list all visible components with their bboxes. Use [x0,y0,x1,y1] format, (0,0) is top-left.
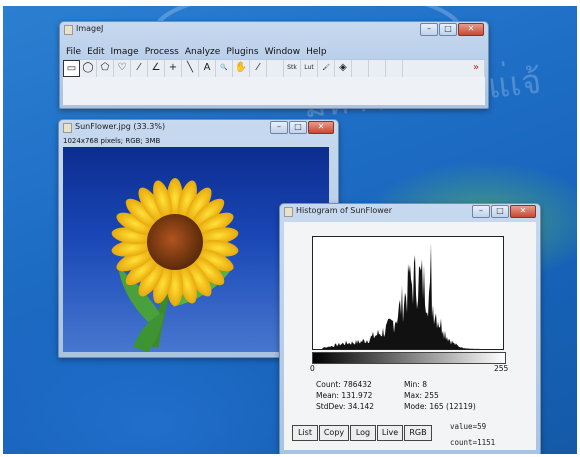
image-title-bar[interactable]: SunFlower.jpg (33.3%) – □ ✕ [59,120,338,134]
menu-file[interactable]: File [63,46,84,58]
x-max-label: 255 [494,364,509,373]
close-button[interactable]: ✕ [458,23,484,36]
intensity-gradient-bar [312,352,506,364]
menu-plugins[interactable]: Plugins [223,46,261,58]
polygon-tool-icon[interactable]: ⬠ [97,60,114,77]
image-window-icon [63,123,72,133]
histogram-plot[interactable] [312,236,504,350]
menu-bar: File Edit Image Process Analyze Plugins Window… [63,46,485,58]
desktop-background: มหาวิทยาลัยแ่เจ้ ImageJ – □ ✕ FileEditIm… [3,6,577,454]
value-readout: value=59 [450,422,487,431]
max-stat: Max: 255 [404,391,439,400]
menu-help[interactable]: Help [303,46,330,58]
imagej-title-bar[interactable]: ImageJ – □ ✕ [60,22,488,36]
min-stat: Min: 8 [404,380,427,389]
image-title: SunFlower.jpg (33.3%) [75,122,166,131]
blank-tool-icon[interactable] [369,60,386,77]
minimize-button[interactable]: – [270,121,288,134]
histogram-graphic [313,243,503,349]
angle-tool-icon[interactable]: ∠ [148,60,165,77]
point-tool-icon[interactable]: + [165,60,182,77]
text-tool-icon[interactable]: A [199,60,216,77]
imagej-title: ImageJ [76,24,104,33]
histogram-window: Histogram of SunFlower – □ ✕ 0 255 Count… [279,203,541,454]
histogram-rgb-button[interactable]: RGB [404,425,432,441]
minimize-button[interactable]: – [420,23,438,36]
image-info: 1024x768 pixels; RGB; 3MB [63,137,161,145]
histogram-title: Histogram of SunFlower [296,206,392,215]
imagej-window: ImageJ – □ ✕ File Edit Image Process Analyze… [59,21,489,109]
brush-tool-icon[interactable]: 🖌 [318,60,335,77]
histogram-title-bar[interactable]: Histogram of SunFlower – □ ✕ [280,204,540,218]
blank-tool-icon[interactable] [386,60,403,77]
lut-tool-icon[interactable]: Lut [301,60,318,77]
histogram-list-button[interactable]: List [292,425,318,441]
histogram-live-button[interactable]: Live [377,425,403,441]
wand-tool-icon[interactable]: ╲ [182,60,199,77]
hand-tool-icon[interactable]: ✋ [233,60,250,77]
oval-tool-icon[interactable]: ◯ [80,60,97,77]
menu-analyze[interactable]: Analyze [182,46,223,58]
menu-window[interactable]: Window [262,46,304,58]
line-tool-icon[interactable]: ⁄ [131,60,148,77]
maximize-button[interactable]: □ [491,205,509,218]
histogram-copy-button[interactable]: Copy [319,425,349,441]
maximize-button[interactable]: □ [439,23,457,36]
flood-fill-tool-icon[interactable]: ◈ [335,60,352,77]
status-bar [63,77,485,105]
imagej-icon [64,25,73,35]
histogram-log-button[interactable]: Log [350,425,376,441]
histogram-panel: 0 255 Count: 786432 Mean: 131.972 StdDev… [284,222,536,450]
mode-stat: Mode: 165 (12119) [404,402,476,411]
stddev-stat: StdDev: 34.142 [316,402,375,411]
dropper-tool-icon[interactable]: ⁄ [250,60,267,77]
close-button[interactable]: ✕ [308,121,334,134]
maximize-button[interactable]: □ [289,121,307,134]
x-min-label: 0 [310,364,315,373]
menu-image[interactable]: Image [108,46,142,58]
menu-process[interactable]: Process [142,46,182,58]
menu-edit[interactable]: Edit [84,46,107,58]
mean-stat: Mean: 131.972 [316,391,373,400]
blank-tool-icon[interactable] [267,60,284,77]
count-stat: Count: 786432 [316,380,372,389]
blank-tool-icon[interactable] [352,60,369,77]
histogram-window-icon [284,207,293,217]
more-tools-icon[interactable]: » [468,60,485,77]
magnifier-tool-icon[interactable]: 🔍 [216,60,233,77]
close-button[interactable]: ✕ [510,205,536,218]
tool-bar: ▭ ◯ ⬠ ♡ ⁄ ∠ + ╲ A 🔍 ✋ ⁄ Stk Lut 🖌 ◈» [63,59,485,78]
freehand-tool-icon[interactable]: ♡ [114,60,131,77]
stk-tool-icon[interactable]: Stk [284,60,301,77]
count-readout: count=1151 [450,438,496,447]
minimize-button[interactable]: – [472,205,490,218]
rectangle-tool-icon[interactable]: ▭ [63,60,80,77]
